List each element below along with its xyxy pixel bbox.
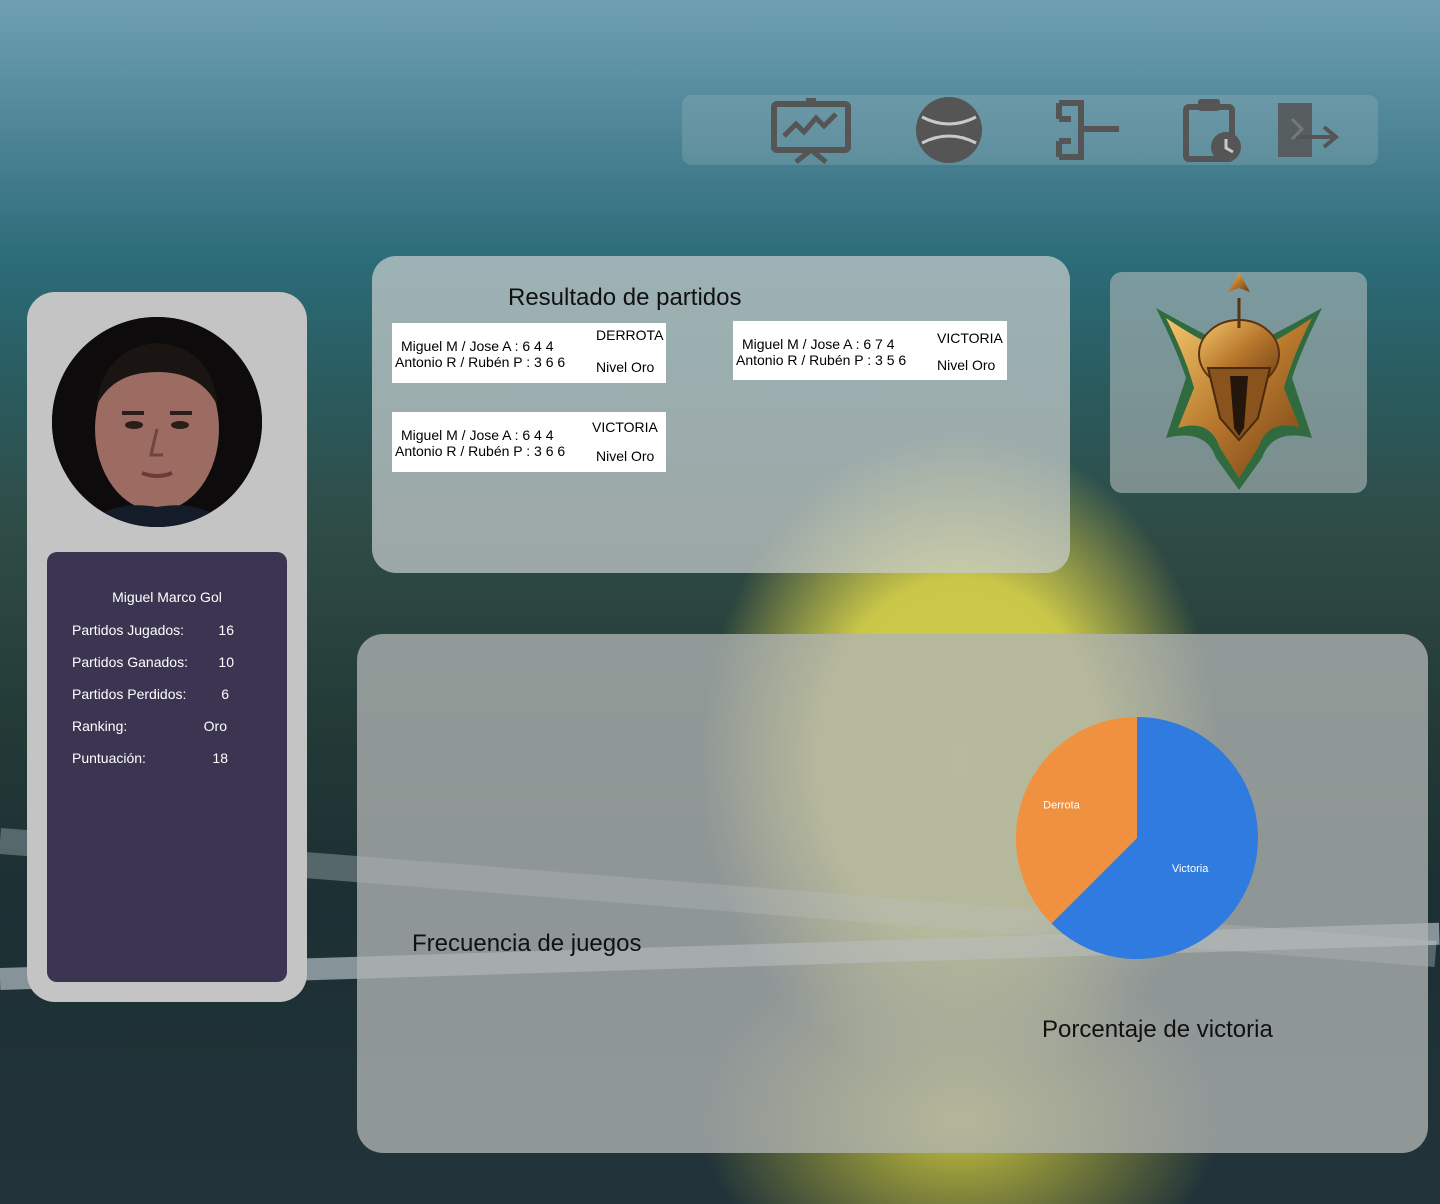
match-result: VICTORIA xyxy=(592,419,658,435)
results-title: Resultado de partidos xyxy=(508,284,742,311)
logout-icon[interactable] xyxy=(1272,95,1344,165)
match-team2: Antonio R / Rubén P : 3 5 6 xyxy=(736,352,907,368)
stat-value: 6 xyxy=(221,686,229,702)
presentation-chart-icon[interactable] xyxy=(768,95,854,165)
percentage-chart-title: Porcentaje de victoria xyxy=(1042,1016,1273,1043)
match-result: DERROTA xyxy=(596,327,664,343)
stat-label: Partidos Jugados: xyxy=(72,622,185,638)
stat-label: Ranking: xyxy=(72,718,128,734)
match-team1: Miguel M / Jose A : 6 4 4 xyxy=(401,338,554,354)
match-team2: Antonio R / Rubén P : 3 6 6 xyxy=(395,354,566,370)
match-team1: Miguel M / Jose A : 6 4 4 xyxy=(401,427,554,443)
rank-panel xyxy=(1110,272,1367,493)
avatar xyxy=(52,317,262,527)
stat-label: Puntuación: xyxy=(72,750,146,766)
player-stats-panel: Miguel Marco Gol Partidos Jugados: 16 Pa… xyxy=(47,552,287,982)
top-navbar xyxy=(682,95,1378,165)
win-percentage-pie-chart: Victoria Derrota xyxy=(1015,716,1259,960)
statistics-panel: Frecuencia de juegos Victoria Derrota Por… xyxy=(357,634,1428,1153)
gold-rank-emblem-icon xyxy=(1146,268,1332,494)
match-results-panel: Resultado de partidos Miguel M / Jose A … xyxy=(372,256,1070,573)
player-name: Miguel Marco Gol xyxy=(112,589,222,605)
stat-value: 16 xyxy=(218,622,234,638)
baseball-icon[interactable] xyxy=(910,95,988,165)
match-card[interactable]: Miguel M / Jose A : 6 4 4 Antonio R / Ru… xyxy=(392,412,666,472)
match-team2: Antonio R / Rubén P : 3 6 6 xyxy=(395,443,566,459)
stat-label: Partidos Ganados: xyxy=(72,654,188,670)
stat-value: 10 xyxy=(218,654,234,670)
pie-label-victoria: Victoria xyxy=(1172,863,1209,875)
stat-value: Oro xyxy=(203,718,227,734)
match-card[interactable]: Miguel M / Jose A : 6 7 4 Antonio R / Ru… xyxy=(733,321,1007,380)
profile-card: Miguel Marco Gol Partidos Jugados: 16 Pa… xyxy=(27,292,307,1002)
match-team1: Miguel M / Jose A : 6 7 4 xyxy=(742,336,895,352)
frequency-chart-title: Frecuencia de juegos xyxy=(412,930,642,957)
match-level: Nivel Oro xyxy=(596,448,655,464)
stat-value: 18 xyxy=(212,750,228,766)
pie-label-derrota: Derrota xyxy=(1043,800,1081,812)
bracket-icon[interactable] xyxy=(1050,95,1126,165)
clipboard-clock-icon[interactable] xyxy=(1180,95,1248,165)
stat-label: Partidos Perdidos: xyxy=(72,686,187,702)
match-result: VICTORIA xyxy=(937,330,1003,346)
match-level: Nivel Oro xyxy=(937,357,996,373)
match-level: Nivel Oro xyxy=(596,359,655,375)
match-card[interactable]: Miguel M / Jose A : 6 4 4 Antonio R / Ru… xyxy=(392,323,666,383)
